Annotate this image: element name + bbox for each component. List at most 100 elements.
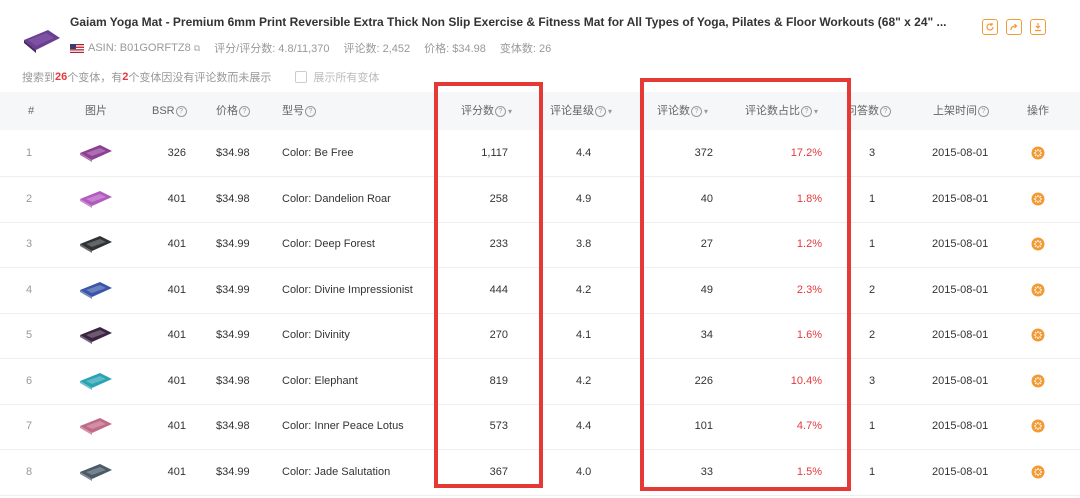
cell-price: $34.99 <box>216 283 250 296</box>
cell-price: $34.99 <box>216 238 250 250</box>
cell-price: $34.99 <box>216 329 250 341</box>
cell-date: 2015-08-01 <box>932 147 989 159</box>
cell-index: 8 <box>26 465 33 478</box>
col-bsr[interactable]: BSR? <box>152 92 187 130</box>
cell-bsr: 401 <box>167 283 186 296</box>
download-button[interactable] <box>1030 19 1046 35</box>
help-icon[interactable]: ? <box>239 105 250 117</box>
review-count-text: 评论数: 2,452 <box>343 43 411 55</box>
cell-stars: 4.2 <box>576 374 592 387</box>
cell-date: 2015-08-01 <box>932 374 989 387</box>
col-action: 操作 <box>1027 105 1049 117</box>
cell-stars: 4.0 <box>576 465 592 478</box>
external-link-icon[interactable]: ⧉ <box>194 43 200 54</box>
cell-price: $34.98 <box>216 420 250 432</box>
cell-index: 4 <box>26 283 33 296</box>
cell-index: 2 <box>26 192 33 205</box>
cell-qa: 3 <box>869 374 876 387</box>
cell-bsr: 326 <box>167 147 186 159</box>
cell-bsr: 401 <box>167 192 186 205</box>
cell-stars: 4.1 <box>576 329 592 341</box>
product-meta: ASIN: B01GORFTZ8 ⧉ 评分/评分数: 4.8/11,370 评论… <box>70 40 565 56</box>
cell-model: Color: Jade Salutation <box>282 465 391 478</box>
asin-text[interactable]: ASIN: B01GORFTZ8 <box>88 42 191 54</box>
cell-model: Color: Divinity <box>282 329 350 341</box>
cell-date: 2015-08-01 <box>932 465 989 478</box>
variant-thumbnail[interactable] <box>78 371 114 391</box>
cell-index: 1 <box>26 147 33 159</box>
checkbox-box[interactable] <box>295 71 308 83</box>
header-actions <box>982 19 1046 35</box>
refresh-icon <box>986 23 994 31</box>
refresh-button[interactable] <box>982 19 998 35</box>
view-detail-icon[interactable] <box>1031 374 1045 388</box>
product-thumbnail[interactable] <box>22 26 62 54</box>
view-detail-icon[interactable] <box>1031 419 1045 433</box>
share-icon <box>1010 23 1018 31</box>
help-icon[interactable]: ? <box>978 105 989 117</box>
view-detail-icon[interactable] <box>1031 146 1045 160</box>
cell-qa: 3 <box>869 147 876 159</box>
cell-qa: 1 <box>869 192 876 205</box>
variant-thumbnail[interactable] <box>78 280 114 300</box>
price-text: 价格: $34.98 <box>424 43 486 55</box>
col-listed-date[interactable]: 上架时间? <box>933 92 989 130</box>
cell-model: Color: Divine Impressionist <box>282 283 413 296</box>
col-model[interactable]: 型号? <box>282 92 316 130</box>
variant-thumbnail[interactable] <box>78 325 114 345</box>
cell-index: 6 <box>26 374 33 387</box>
share-button[interactable] <box>1006 19 1022 35</box>
cell-index: 7 <box>26 420 33 432</box>
col-qa-count[interactable]: 问答数? <box>846 92 891 130</box>
cell-qa: 2 <box>869 283 876 296</box>
col-price[interactable]: 价格? <box>216 92 250 130</box>
highlight-box-review-count-ratio <box>640 78 851 491</box>
cell-bsr: 401 <box>167 374 186 387</box>
view-detail-icon[interactable] <box>1031 328 1045 342</box>
view-detail-icon[interactable] <box>1031 465 1045 479</box>
help-icon[interactable]: ? <box>175 105 187 117</box>
cell-date: 2015-08-01 <box>932 192 989 205</box>
cell-date: 2015-08-01 <box>932 329 989 341</box>
view-detail-icon[interactable] <box>1031 237 1045 251</box>
cell-model: Color: Be Free <box>282 147 354 159</box>
variant-thumbnail[interactable] <box>78 234 114 254</box>
cell-price: $34.99 <box>216 465 250 478</box>
col-index: # <box>28 105 35 117</box>
help-icon[interactable]: ? <box>880 105 891 117</box>
help-icon[interactable]: ? <box>305 105 316 117</box>
help-icon[interactable]: ? <box>595 105 606 117</box>
highlight-box-rating-count <box>434 82 543 488</box>
cell-stars: 4.4 <box>576 147 592 159</box>
cell-model: Color: Inner Peace Lotus <box>282 420 404 432</box>
product-title[interactable]: Gaiam Yoga Mat - Premium 6mm Print Rever… <box>70 15 947 29</box>
cell-bsr: 401 <box>167 420 186 432</box>
cell-stars: 4.2 <box>576 283 592 296</box>
cell-qa: 1 <box>869 465 876 478</box>
cell-bsr: 401 <box>167 238 186 250</box>
cell-qa: 1 <box>869 238 876 250</box>
cell-model: Color: Deep Forest <box>282 238 375 250</box>
view-detail-icon[interactable] <box>1031 283 1045 297</box>
sort-caret-icon[interactable]: ▾ <box>608 107 612 116</box>
cell-stars: 4.4 <box>576 420 592 432</box>
download-icon <box>1035 23 1041 32</box>
cell-date: 2015-08-01 <box>932 238 989 250</box>
show-all-variants-checkbox[interactable]: 展示所有变体 <box>295 69 379 85</box>
cell-bsr: 401 <box>167 465 186 478</box>
variant-thumbnail[interactable] <box>78 462 114 482</box>
cell-price: $34.98 <box>216 192 250 205</box>
cell-stars: 4.9 <box>576 192 592 205</box>
variant-thumbnail[interactable] <box>78 143 114 163</box>
cell-bsr: 401 <box>167 329 186 341</box>
us-flag-icon <box>70 43 84 53</box>
view-detail-icon[interactable] <box>1031 192 1045 206</box>
variant-thumbnail[interactable] <box>78 189 114 209</box>
cell-qa: 1 <box>869 420 876 432</box>
col-review-stars[interactable]: 评论星级? ▾ <box>550 92 612 130</box>
cell-model: Color: Dandelion Roar <box>282 192 391 205</box>
cell-price: $34.98 <box>216 374 250 387</box>
cell-index: 3 <box>26 238 33 250</box>
col-image: 图片 <box>85 105 107 117</box>
variant-thumbnail[interactable] <box>78 416 114 436</box>
